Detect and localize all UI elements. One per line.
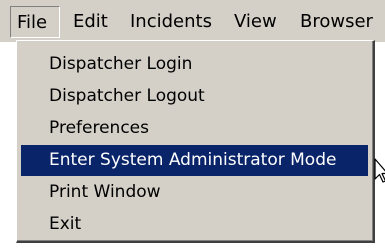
file-dropdown-menu: Dispatcher Login Dispatcher Logout Prefe…: [16, 40, 375, 243]
menu-item-dispatcher-logout[interactable]: Dispatcher Logout: [21, 81, 368, 112]
menu-item-exit[interactable]: Exit: [21, 209, 368, 240]
menu-item-dispatcher-login[interactable]: Dispatcher Login: [21, 49, 368, 80]
menu-view[interactable]: View: [228, 6, 283, 38]
menu-file[interactable]: File: [10, 6, 60, 38]
menu-incidents[interactable]: Incidents: [124, 6, 218, 38]
arrow-pointer-icon: [374, 158, 385, 183]
menu-item-print-window[interactable]: Print Window: [21, 177, 368, 208]
menu-item-preferences[interactable]: Preferences: [21, 113, 368, 144]
menu-browser[interactable]: Browser: [294, 6, 379, 38]
menu-edit[interactable]: Edit: [67, 6, 114, 38]
application-window: File Edit Incidents View Browser Dispatc…: [0, 0, 385, 249]
menu-bar: File Edit Incidents View Browser: [0, 0, 385, 42]
menu-item-enter-system-administrator-mode[interactable]: Enter System Administrator Mode: [21, 145, 368, 176]
